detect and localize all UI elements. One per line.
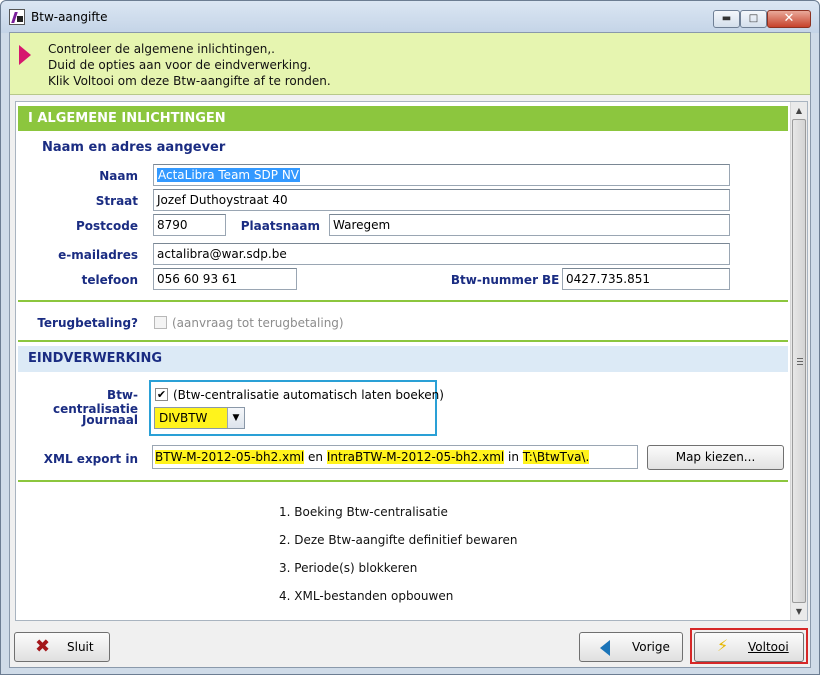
scroll-down-icon[interactable]: ▼ — [791, 603, 807, 620]
vertical-scrollbar[interactable]: ▲ ▼ — [790, 102, 807, 620]
name-field[interactable]: ActaLibra Team SDP NV — [153, 164, 730, 186]
previous-button-label: Vorige — [632, 640, 670, 654]
central-checkbox[interactable]: ✔ — [155, 388, 168, 401]
thumb-grip — [797, 364, 803, 365]
close-window-button[interactable]: ✕ — [767, 10, 811, 28]
scroll-up-icon[interactable]: ▲ — [791, 102, 807, 119]
step-item: 2. Deze Btw-aangifte definitief bewaren — [279, 533, 518, 547]
central-option-label: (Btw-centralisatie automatisch laten boe… — [173, 388, 444, 402]
info-line: Klik Voltooi om deze Btw-aangifte af te … — [48, 74, 331, 88]
xml-file-2: IntraBTW-M-2012-05-bh2.xml — [326, 450, 505, 464]
xml-in-text: in — [504, 450, 523, 464]
step-item: 4. XML-bestanden opbouwen — [279, 589, 454, 603]
xml-file-1: BTW-M-2012-05-bh2.xml — [155, 450, 305, 464]
subheading-name-address: Naam en adres aangever — [42, 140, 226, 155]
app-icon — [9, 9, 25, 25]
name-label: Naam — [99, 169, 138, 183]
finish-button[interactable]: ⚡ Voltooi — [694, 632, 804, 662]
postcode-label: Postcode — [75, 219, 138, 233]
journal-value: DIVBTW — [159, 411, 208, 425]
close-button-label: Sluit — [67, 640, 94, 654]
refund-label: Terugbetaling? — [37, 316, 138, 330]
info-bar: Controleer de algemene inlichtingen,. Du… — [10, 33, 810, 95]
phone-label: telefoon — [81, 273, 138, 287]
email-field[interactable]: actalibra@war.sdp.be — [153, 243, 730, 265]
scroll-thumb[interactable] — [792, 119, 806, 603]
xml-and-text: en — [304, 450, 327, 464]
vat-prefix: BE — [542, 273, 560, 287]
thumb-grip — [797, 358, 803, 359]
divider — [18, 480, 788, 482]
maximize-button[interactable]: □ — [740, 10, 767, 28]
map-kiezen-button[interactable]: Map kiezen... — [647, 445, 784, 470]
window-title: Btw-aangifte — [31, 10, 108, 24]
street-field[interactable]: Jozef Duthoystraat 40 — [153, 189, 730, 211]
phone-field[interactable]: 056 60 93 61 — [153, 268, 297, 290]
form-scroll-area: I ALGEMENE INLICHTINGEN Naam en adres aa… — [15, 101, 808, 621]
window: Btw-aangifte ▬ □ ✕ Controleer de algemen… — [0, 0, 820, 675]
vat-label: Btw-nummer — [450, 273, 538, 287]
email-label: e-mailadres — [58, 248, 138, 262]
xml-label: XML export in — [43, 452, 138, 466]
close-button[interactable]: ✖ Sluit — [14, 632, 110, 662]
xml-export-field[interactable]: BTW-M-2012-05-bh2.xml en IntraBTW-M-2012… — [152, 445, 638, 469]
refund-checkbox[interactable] — [154, 316, 167, 329]
info-line: Controleer de algemene inlichtingen,. — [48, 42, 275, 56]
info-line: Duid de opties aan voor de eindverwerkin… — [48, 58, 312, 72]
divider — [18, 340, 788, 342]
step-item: 1. Boeking Btw-centralisatie — [279, 505, 448, 519]
finish-button-label: Voltooi — [748, 640, 789, 654]
central-label: Btw-centralisatie — [52, 388, 138, 416]
minimize-button[interactable]: ▬ — [713, 10, 740, 28]
refund-option-label: (aanvraag tot terugbetaling) — [172, 316, 344, 330]
previous-button[interactable]: Vorige — [579, 632, 683, 662]
vat-number-field[interactable]: 0427.735.851 — [562, 268, 730, 290]
postcode-field[interactable]: 8790 — [153, 214, 226, 236]
journal-label: Journaal — [81, 413, 138, 427]
city-field[interactable]: Waregem — [329, 214, 730, 236]
title-bar[interactable]: Btw-aangifte ▬ □ ✕ — [1, 1, 819, 33]
name-value: ActaLibra Team SDP NV — [157, 168, 301, 182]
section-header-final: EINDVERWERKING — [18, 346, 788, 372]
dialog-client: Controleer de algemene inlichtingen,. Du… — [9, 32, 811, 668]
journal-select[interactable]: DIVBTW ▼ — [154, 407, 245, 429]
section-header-general: I ALGEMENE INLICHTINGEN — [18, 106, 788, 131]
xml-folder: T:\BtwTva\. — [522, 450, 590, 464]
street-label: Straat — [95, 194, 138, 208]
city-label: Plaatsnaam — [240, 219, 320, 233]
close-icon: ✖ — [35, 636, 51, 657]
divider — [18, 300, 788, 302]
step-item: 3. Periode(s) blokkeren — [279, 561, 418, 575]
thumb-grip — [797, 361, 803, 362]
lightning-icon: ⚡ — [717, 636, 729, 655]
chevron-down-icon[interactable]: ▼ — [227, 408, 244, 428]
arrow-left-icon — [600, 640, 610, 656]
info-arrow-icon — [19, 45, 31, 65]
